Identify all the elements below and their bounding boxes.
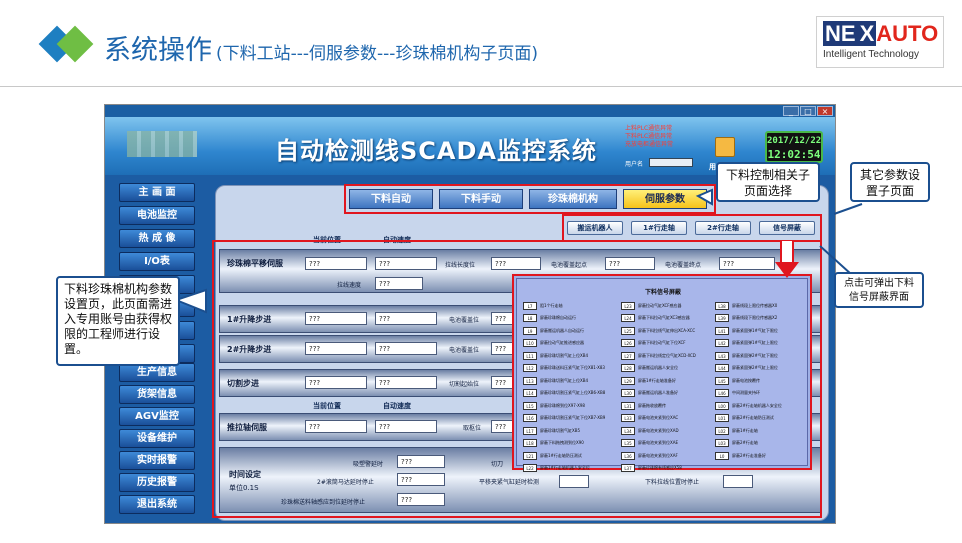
callout-sub-page: 下料控制相关子页面选择 (716, 162, 820, 202)
callout-other-params: 其它参数设置子页面 (850, 162, 930, 202)
callout-pointers (173, 188, 863, 314)
callout-popup-hint: 点击可弹出下料信号屏蔽界面 (834, 272, 924, 308)
callout-pearl-page: 下料珍珠棉机构参数设置页，此页面需进入专用账号由获得权限的工程师进行设置。 (56, 276, 180, 366)
